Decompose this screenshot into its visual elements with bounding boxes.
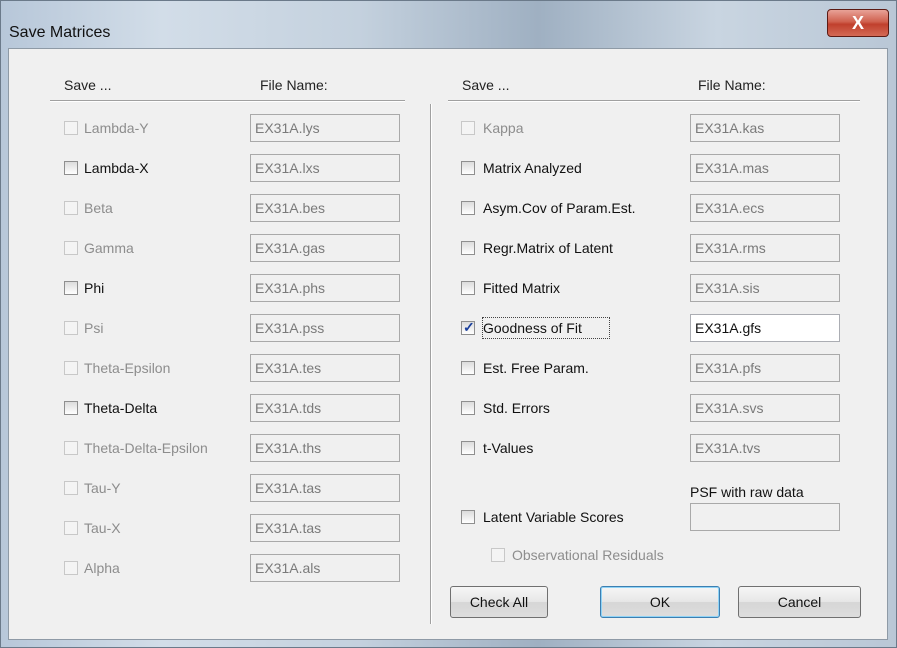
right-goodness-of-fit-file-field[interactable]: EX31A.gfs: [690, 314, 840, 342]
left-tau-x-label: Tau-X: [84, 520, 121, 536]
left-gamma-file-field[interactable]: EX31A.gas: [250, 234, 400, 262]
right-est-free-param-label: Est. Free Param.: [483, 360, 589, 376]
right-header-divider: [448, 100, 860, 102]
left-alpha-file-field[interactable]: EX31A.als: [250, 554, 400, 582]
right-t-values-file-field[interactable]: EX31A.tvs: [690, 434, 840, 462]
check-all-button[interactable]: Check All: [450, 586, 548, 618]
left-theta-delta-file-field[interactable]: EX31A.tds: [250, 394, 400, 422]
column-divider: [430, 104, 432, 624]
left-psi-label: Psi: [84, 320, 104, 336]
left-psi-checkbox: [64, 321, 78, 335]
left-phi-label: Phi: [84, 280, 105, 296]
window-title: Save Matrices: [9, 24, 111, 41]
left-theta-delta-epsilon-label: Theta-Delta-Epsilon: [84, 440, 208, 456]
left-lambda-y-checkbox: [64, 121, 78, 135]
left-phi-checkbox[interactable]: [64, 281, 78, 295]
focus-rectangle: [482, 317, 610, 339]
left-tau-x-file-field[interactable]: EX31A.tas: [250, 514, 400, 542]
right-std-errors-label: Std. Errors: [483, 400, 550, 416]
left-tau-y-file-field[interactable]: EX31A.tas: [250, 474, 400, 502]
right-est-free-param-checkbox[interactable]: [461, 361, 475, 375]
left-theta-delta-label: Theta-Delta: [84, 400, 158, 416]
observational-residuals-checkbox: [491, 548, 505, 562]
right-asym-cov-of-param-est-file-field[interactable]: EX31A.ecs: [690, 194, 840, 222]
cancel-button[interactable]: Cancel: [738, 586, 861, 618]
left-lambda-x-file-field[interactable]: EX31A.lxs: [250, 154, 400, 182]
psf-raw-data-field[interactable]: [690, 503, 840, 531]
right-kappa-checkbox: [461, 121, 475, 135]
latent-variable-scores-label: Latent Variable Scores: [483, 509, 624, 525]
left-beta-label: Beta: [84, 200, 113, 216]
left-theta-epsilon-checkbox: [64, 361, 78, 375]
left-save-header: Save ...: [64, 77, 112, 93]
left-tau-x-checkbox: [64, 521, 78, 535]
left-lambda-y-label: Lambda-Y: [84, 120, 149, 136]
left-beta-checkbox: [64, 201, 78, 215]
right-asym-cov-of-param-est-checkbox[interactable]: [461, 201, 475, 215]
left-alpha-checkbox: [64, 561, 78, 575]
right-t-values-checkbox[interactable]: [461, 441, 475, 455]
right-std-errors-file-field[interactable]: EX31A.svs: [690, 394, 840, 422]
right-asym-cov-of-param-est-label: Asym.Cov of Param.Est.: [483, 200, 636, 216]
left-alpha-label: Alpha: [84, 560, 120, 576]
left-tau-y-label: Tau-Y: [84, 480, 121, 496]
left-lambda-y-file-field[interactable]: EX31A.lys: [250, 114, 400, 142]
left-theta-delta-checkbox[interactable]: [64, 401, 78, 415]
left-header-divider: [50, 100, 405, 102]
right-est-free-param-file-field[interactable]: EX31A.pfs: [690, 354, 840, 382]
left-psi-file-field[interactable]: EX31A.pss: [250, 314, 400, 342]
left-theta-epsilon-file-field[interactable]: EX31A.tes: [250, 354, 400, 382]
right-matrix-analyzed-file-field[interactable]: EX31A.mas: [690, 154, 840, 182]
left-lambda-x-checkbox[interactable]: [64, 161, 78, 175]
right-std-errors-checkbox[interactable]: [461, 401, 475, 415]
right-matrix-analyzed-checkbox[interactable]: [461, 161, 475, 175]
left-theta-delta-epsilon-checkbox: [64, 441, 78, 455]
right-fitted-matrix-checkbox[interactable]: [461, 281, 475, 295]
right-fitted-matrix-file-field[interactable]: EX31A.sis: [690, 274, 840, 302]
latent-variable-scores-checkbox[interactable]: [461, 510, 475, 524]
right-t-values-label: t-Values: [483, 440, 534, 456]
left-lambda-x-label: Lambda-X: [84, 160, 149, 176]
close-button[interactable]: X: [827, 9, 889, 37]
left-gamma-label: Gamma: [84, 240, 134, 256]
checkmark-icon: ✓: [463, 319, 475, 335]
right-matrix-analyzed-label: Matrix Analyzed: [483, 160, 582, 176]
right-save-header: Save ...: [462, 77, 510, 93]
left-file-name-header: File Name:: [260, 77, 328, 93]
left-beta-file-field[interactable]: EX31A.bes: [250, 194, 400, 222]
right-regr-matrix-of-latent-label: Regr.Matrix of Latent: [483, 240, 613, 256]
left-phi-file-field[interactable]: EX31A.phs: [250, 274, 400, 302]
left-theta-delta-epsilon-file-field[interactable]: EX31A.ths: [250, 434, 400, 462]
left-gamma-checkbox: [64, 241, 78, 255]
right-goodness-of-fit-checkbox[interactable]: ✓: [461, 319, 475, 335]
right-fitted-matrix-label: Fitted Matrix: [483, 280, 561, 296]
psf-with-raw-data-label: PSF with raw data: [690, 484, 804, 500]
ok-button[interactable]: OK: [600, 586, 720, 618]
right-kappa-file-field[interactable]: EX31A.kas: [690, 114, 840, 142]
observational-residuals-label: Observational Residuals: [512, 547, 664, 563]
right-regr-matrix-of-latent-file-field[interactable]: EX31A.rms: [690, 234, 840, 262]
right-kappa-label: Kappa: [483, 120, 524, 136]
right-regr-matrix-of-latent-checkbox[interactable]: [461, 241, 475, 255]
left-theta-epsilon-label: Theta-Epsilon: [84, 360, 171, 376]
left-tau-y-checkbox: [64, 481, 78, 495]
right-file-name-header: File Name:: [698, 77, 766, 93]
